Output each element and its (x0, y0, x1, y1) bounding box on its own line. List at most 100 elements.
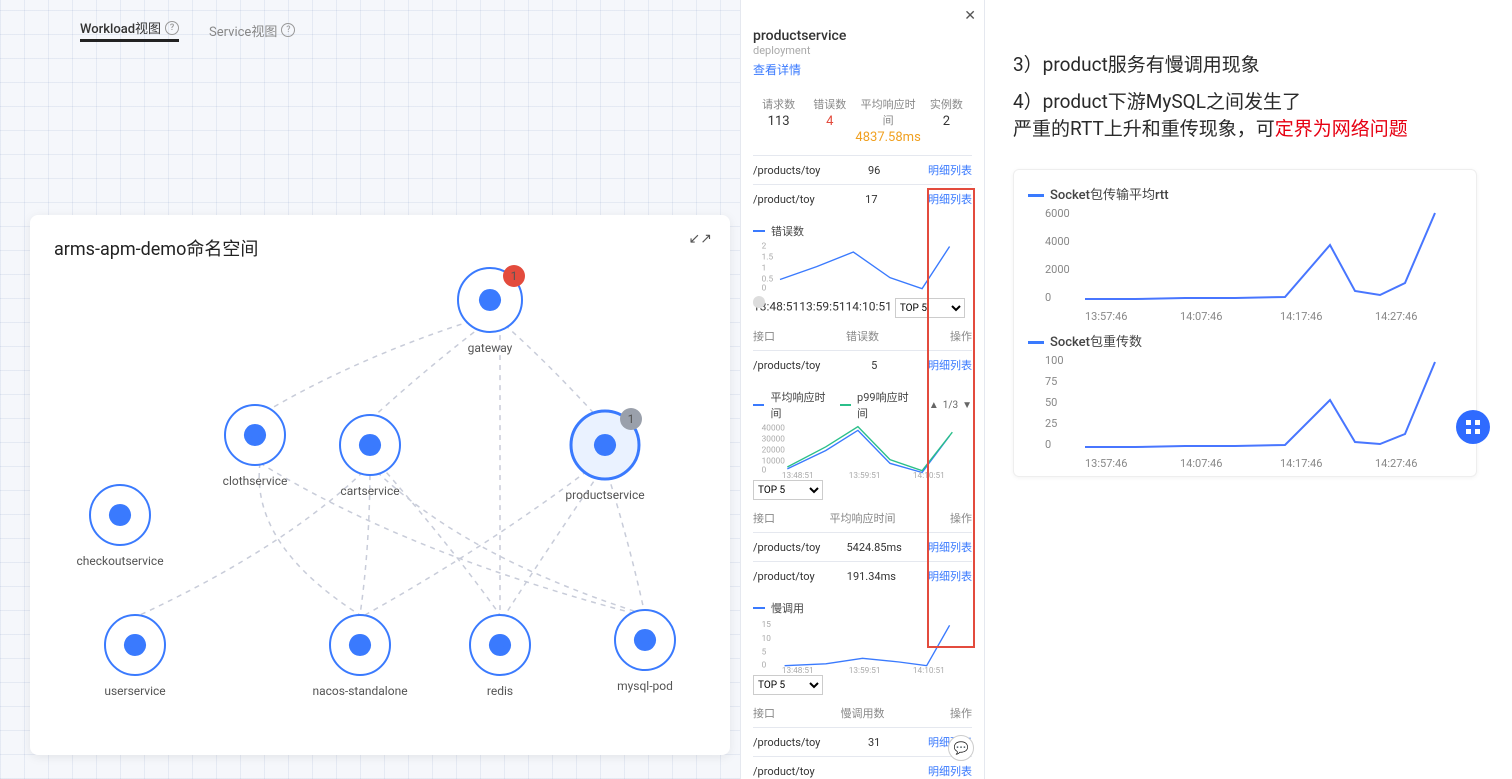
row-path: /products/toy (753, 736, 820, 749)
node-productservice[interactable]: 1 productservice (565, 408, 644, 502)
svg-text:2: 2 (762, 241, 767, 251)
node-cartservice[interactable]: cartservice (340, 415, 400, 498)
node-label: productservice (565, 488, 644, 502)
badge-count: 1 (628, 412, 635, 426)
tab-workload-label: Workload视图 (80, 18, 161, 37)
node-gateway[interactable]: 1 gateway (458, 265, 525, 355)
detail-list-link[interactable]: 明细列表 (928, 357, 972, 373)
section-title-label: 错误数 (771, 223, 804, 239)
svg-text:1.5: 1.5 (762, 252, 774, 262)
top5-select[interactable]: TOP 5 (753, 480, 823, 500)
section-title-errors: 错误数 (753, 223, 972, 239)
close-icon[interactable]: ✕ (964, 8, 976, 24)
svg-text:14:10:51: 14:10:51 (913, 666, 945, 673)
service-name: productservice (753, 28, 972, 44)
row-path: /product/toy (753, 765, 815, 778)
kpi-err-label: 错误数 (804, 96, 855, 112)
topology-card: arms-apm-demo命名空间 ↙↗ (30, 215, 730, 755)
legend-avg: 平均响应时间 (770, 389, 833, 421)
kpi-row: 请求数 113 错误数 4 平均响应时间 4837.58ms 实例数 2 (753, 96, 972, 145)
tab-service-label: Service视图 (209, 21, 277, 40)
chart-title-rtt: Socket包传输平均rtt (1028, 184, 1468, 203)
svg-text:13:48:51: 13:48:51 (782, 666, 814, 673)
node-label: clothservice (223, 474, 288, 488)
detail-list-link[interactable]: 明细列表 (928, 763, 972, 779)
svg-text:0: 0 (1045, 291, 1051, 304)
kpi-inst-label: 实例数 (921, 96, 972, 112)
row-path: /product/toy (753, 570, 815, 583)
col-action: 操作 (950, 705, 972, 721)
node-redis[interactable]: redis (470, 615, 530, 698)
svg-text:10: 10 (762, 634, 772, 644)
svg-text:14:17:46: 14:17:46 (1280, 310, 1322, 323)
table-row: /product/toy 191.34ms 明细列表 (753, 561, 972, 590)
detail-list-link[interactable]: 明细列表 (928, 191, 972, 207)
chart-pager[interactable]: ▲ 1/3 ▼ (929, 400, 972, 411)
help-icon[interactable]: ? (281, 23, 295, 37)
detail-list-link[interactable]: 明细列表 (928, 539, 972, 555)
svg-text:14:27:46: 14:27:46 (1375, 310, 1417, 323)
view-detail-link[interactable]: 查看详情 (753, 61, 801, 78)
mini-chart-errors: 21.510.50 (753, 241, 972, 296)
node-label: userservice (104, 684, 165, 698)
svg-text:1: 1 (762, 263, 767, 273)
node-mysql[interactable]: mysql-pod (615, 610, 675, 693)
kpi-err-value: 4 (804, 114, 855, 129)
svg-text:14:07:46: 14:07:46 (1180, 310, 1222, 323)
col-action: 操作 (950, 510, 972, 526)
col-interface: 接口 (753, 705, 775, 721)
section-title-label: 慢调用 (771, 600, 804, 616)
chart-socket-rtt: 6000400020000 13:57:4614:07:4614:17:4614… (1022, 205, 1468, 325)
side-action-icon[interactable] (1456, 410, 1490, 444)
node-userservice[interactable]: userservice (104, 615, 165, 698)
svg-text:14:27:46: 14:27:46 (1375, 457, 1417, 470)
svg-text:14:10:51: 14:10:51 (913, 471, 945, 478)
node-label: nacos-standalone (312, 684, 407, 698)
svg-text:4000: 4000 (1045, 235, 1070, 248)
col-interface: 接口 (753, 510, 775, 526)
table-row: /product/toy 17 明细列表 (753, 184, 972, 213)
node-label: cartservice (340, 484, 399, 498)
row-val: 191.34ms (847, 570, 896, 583)
section-title-slow: 慢调用 (753, 600, 972, 616)
feedback-icon[interactable]: 💬 (948, 735, 974, 761)
node-label: mysql-pod (617, 679, 673, 693)
tab-service[interactable]: Service视图 ? (209, 18, 295, 42)
req-path: /products/toy (753, 164, 820, 177)
node-checkoutservice[interactable]: checkoutservice (76, 485, 163, 568)
help-icon[interactable]: ? (165, 21, 179, 35)
kpi-rt-value: 4837.58ms (855, 130, 920, 145)
table-row: /products/toy5424.85ms明细列表 (753, 532, 972, 561)
svg-text:75: 75 (1045, 375, 1057, 388)
detail-list-link[interactable]: 明细列表 (928, 568, 972, 584)
commentary-pane: 3）product服务有慢调用现象 4）product下游MySQL之间发生了 … (985, 0, 1505, 497)
top5-select[interactable]: TOP 5 (895, 298, 965, 318)
kpi-req-value: 113 (753, 114, 804, 129)
detail-list-link[interactable]: 明细列表 (928, 162, 972, 178)
tab-workload[interactable]: Workload视图 ? (80, 18, 179, 42)
view-tabs: Workload视图 ? Service视图 ? (80, 18, 295, 42)
svg-text:20000: 20000 (762, 445, 786, 455)
table-row: /product/toy 明细列表 (753, 756, 972, 779)
kpi-inst-value: 2 (921, 114, 972, 129)
note-line-4: 4）product下游MySQL之间发生了 严重的RTT上升和重传现象，可定界为… (1013, 87, 1477, 141)
svg-text:14:17:46: 14:17:46 (1280, 457, 1322, 470)
top5-select[interactable]: TOP 5 (753, 675, 823, 695)
table-row: /products/toy31明细列表 (753, 727, 972, 756)
row-val: 31 (868, 736, 880, 749)
node-clothservice[interactable]: clothservice (223, 405, 288, 488)
svg-text:2000: 2000 (1045, 263, 1070, 276)
kpi-req-label: 请求数 (753, 96, 804, 112)
mini-chart-rt: 400003000020000100000 13:48:5113:59:5114… (753, 423, 972, 478)
svg-text:13:57:46: 13:57:46 (1085, 457, 1127, 470)
req-count: 96 (868, 164, 880, 177)
socket-charts-card: Socket包传输平均rtt 6000400020000 13:57:4614:… (1013, 169, 1477, 477)
svg-text:15: 15 (762, 620, 772, 630)
legend-p99: p99响应时间 (857, 389, 917, 421)
service-detail-panel: ✕ productservice deployment 查看详情 请求数113 … (740, 0, 985, 779)
topology-pane: Workload视图 ? Service视图 ? arms-apm-demo命名… (0, 0, 740, 779)
node-nacos[interactable]: nacos-standalone (312, 615, 407, 698)
kpi-rt-label: 平均响应时间 (855, 96, 920, 128)
row-val: 5424.85ms (847, 541, 902, 554)
node-label: redis (487, 684, 513, 698)
